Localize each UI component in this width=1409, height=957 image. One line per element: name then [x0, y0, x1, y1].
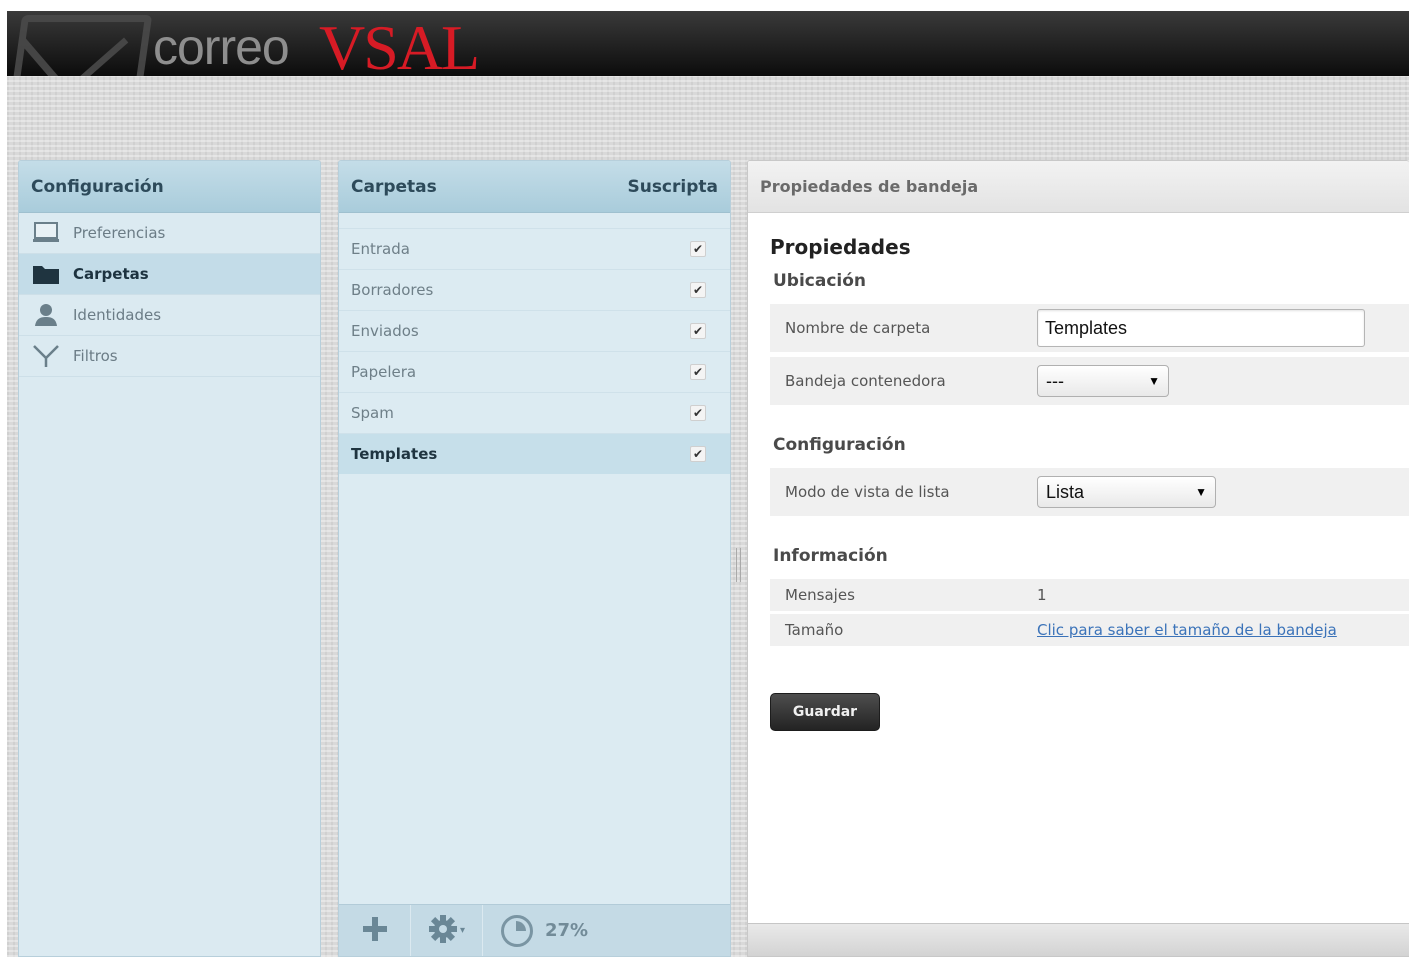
messages-value: 1: [1037, 586, 1047, 604]
folder-row-spam[interactable]: Spam ✔: [339, 392, 730, 433]
folder-size-link[interactable]: Clic para saber el tamaño de la bandeja: [1037, 621, 1337, 639]
settings-item-label: Preferencias: [73, 224, 166, 242]
subscribed-column-label: Suscripta: [627, 176, 718, 197]
subscribe-checkbox[interactable]: ✔: [690, 323, 706, 339]
view-mode-select[interactable]: Lista ▼: [1037, 476, 1216, 508]
folders-header: Carpetas Suscripta: [339, 161, 730, 213]
folder-name-input[interactable]: Templates: [1037, 309, 1365, 347]
monitor-icon: [31, 221, 61, 245]
parent-folder-row: Bandeja contenedora --- ▼: [770, 357, 1409, 405]
subscribe-checkbox[interactable]: ✔: [690, 241, 706, 257]
logo-word: correo: [153, 19, 290, 75]
folder-row-entrada[interactable]: Entrada ✔: [339, 228, 730, 269]
size-label: Tamaño: [785, 621, 844, 639]
parent-folder-select[interactable]: --- ▼: [1037, 365, 1169, 397]
plus-icon: [362, 916, 388, 946]
settings-item-identidades[interactable]: Identidades: [19, 295, 320, 336]
parent-folder-value: ---: [1046, 370, 1064, 391]
view-mode-label: Modo de vista de lista: [785, 483, 950, 501]
folder-name: Enviados: [351, 322, 419, 340]
add-folder-button[interactable]: [339, 904, 411, 956]
dropdown-arrow-icon: ▼: [1195, 485, 1207, 499]
app-header: correo VSAL: [7, 11, 1409, 76]
folder-actions-button[interactable]: ▾: [411, 904, 483, 956]
settings-panel: Configuración Preferencias Carpetas Iden…: [18, 160, 321, 957]
envelope-logo-icon: [11, 15, 153, 76]
settings-item-label: Identidades: [73, 306, 162, 324]
folder-name: Borradores: [351, 281, 434, 299]
chevron-down-icon: ▾: [459, 925, 466, 936]
folder-name: Spam: [351, 404, 394, 422]
info-section-title: Información: [773, 546, 888, 566]
properties-heading: Propiedades: [770, 235, 911, 259]
filter-icon: [31, 344, 61, 368]
settings-item-filtros[interactable]: Filtros: [19, 336, 320, 377]
subscribe-checkbox[interactable]: ✔: [690, 405, 706, 421]
panel-splitter-handle[interactable]: [736, 548, 741, 582]
quota-value: 27%: [545, 920, 589, 941]
messages-label: Mensajes: [785, 586, 855, 604]
size-row: Tamaño Clic para saber el tamaño de la b…: [770, 614, 1409, 646]
config-section-title: Configuración: [773, 435, 906, 455]
folder-name-row: Nombre de carpeta Templates: [770, 304, 1409, 352]
settings-item-label: Carpetas: [73, 265, 149, 283]
save-button[interactable]: Guardar: [770, 693, 880, 731]
pie-chart-icon: [501, 914, 533, 947]
folder-row-papelera[interactable]: Papelera ✔: [339, 351, 730, 392]
folders-panel: Carpetas Suscripta Entrada ✔ Borradores …: [338, 160, 731, 957]
folders-footer: ▾ 27%: [339, 904, 730, 956]
quota-indicator: 27%: [501, 914, 589, 947]
folder-list: Entrada ✔ Borradores ✔ Enviados ✔ Papele…: [339, 228, 730, 474]
folder-icon: [31, 262, 61, 286]
settings-item-label: Filtros: [73, 347, 118, 365]
folder-name-label: Nombre de carpeta: [785, 319, 931, 337]
location-section-title: Ubicación: [773, 271, 867, 291]
folder-row-templates[interactable]: Templates ✔: [339, 433, 730, 474]
settings-title: Configuración: [19, 161, 320, 213]
folder-row-enviados[interactable]: Enviados ✔: [339, 310, 730, 351]
folder-name: Templates: [351, 445, 438, 463]
user-icon: [31, 303, 61, 327]
subscribe-checkbox[interactable]: ✔: [690, 446, 706, 462]
properties-footer: [748, 923, 1409, 956]
folder-name: Papelera: [351, 363, 417, 381]
folders-title: Carpetas: [351, 176, 437, 197]
view-mode-value: Lista: [1046, 481, 1085, 502]
subscribe-checkbox[interactable]: ✔: [690, 364, 706, 380]
parent-folder-label: Bandeja contenedora: [785, 372, 946, 390]
view-mode-row: Modo de vista de lista Lista ▼: [770, 468, 1409, 516]
folder-name: Entrada: [351, 240, 410, 258]
dropdown-arrow-icon: ▼: [1148, 374, 1160, 388]
logo-brand: VSAL: [319, 12, 480, 77]
folder-properties-panel: Propiedades de bandeja Propiedades Ubica…: [747, 160, 1409, 957]
messages-row: Mensajes 1: [770, 579, 1409, 611]
properties-panel-title: Propiedades de bandeja: [748, 161, 1409, 213]
gear-icon: [428, 914, 458, 948]
settings-item-preferencias[interactable]: Preferencias: [19, 213, 320, 254]
settings-item-carpetas[interactable]: Carpetas: [19, 254, 320, 295]
subscribe-checkbox[interactable]: ✔: [690, 282, 706, 298]
folder-row-borradores[interactable]: Borradores ✔: [339, 269, 730, 310]
